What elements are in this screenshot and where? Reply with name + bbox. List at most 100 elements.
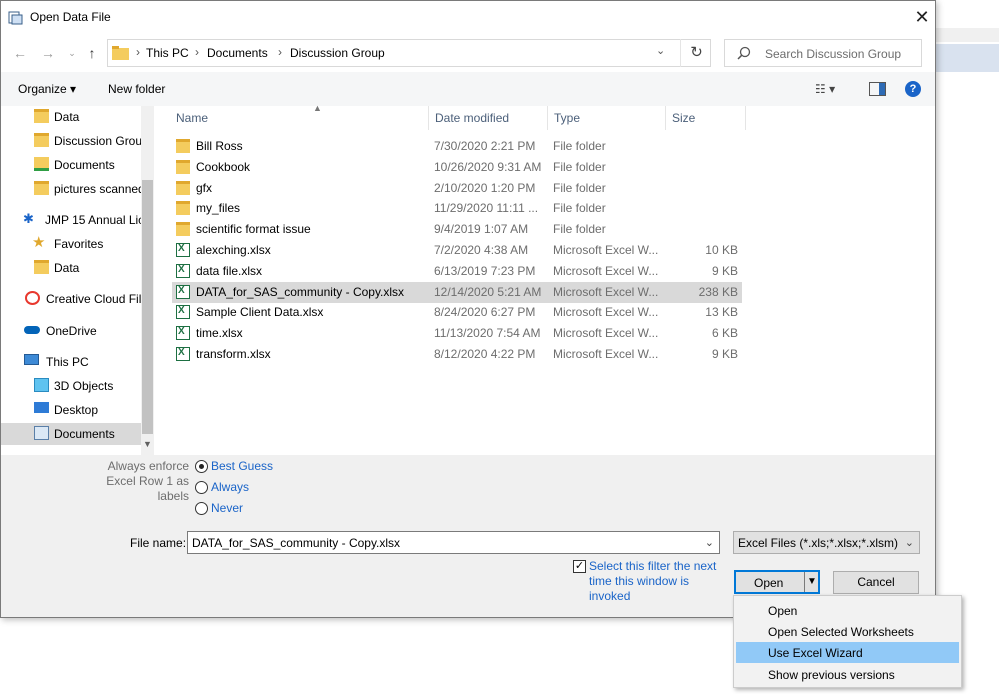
breadcrumb-this-pc[interactable]: This PC [146, 46, 189, 60]
remember-filter-label[interactable]: Select this filter the next time this wi… [589, 559, 729, 604]
file-size-cell: 238 KB [698, 284, 738, 299]
row-labels-option-label-2: Excel Row 1 as [106, 474, 189, 488]
scrollbar-thumb[interactable] [142, 180, 153, 434]
view-options-icon[interactable]: ☷ ▾ [815, 82, 835, 96]
folder-icon [176, 180, 190, 195]
nav-item-documents[interactable]: Documents [34, 154, 154, 176]
address-dropdown-icon[interactable]: ⌄ [656, 44, 665, 57]
nav-item-favorites[interactable]: ★ Favorites [32, 233, 154, 255]
file-type-select[interactable]: Excel Files (*.xls;*.xlsx;*.xlsm) ⌄ [733, 531, 920, 554]
chevron-down-icon[interactable]: ⌄ [705, 536, 714, 549]
split-divider [804, 572, 805, 592]
up-arrow-icon[interactable]: ↑ [83, 44, 101, 62]
file-name-cell: scientific format issue [196, 222, 311, 237]
table-row[interactable]: alexching.xlsx 7/2/2020 4:38 AM Microsoft … [172, 240, 742, 261]
breadcrumb-documents[interactable]: Documents [207, 46, 268, 60]
nav-item-jmp-15[interactable]: ✱ JMP 15 Annual Lic [23, 209, 154, 231]
recent-chevron-icon[interactable]: ⌄ [63, 44, 81, 62]
file-date-cell: 9/4/2019 1:07 AM [434, 222, 529, 237]
radio-label: Never [211, 501, 244, 515]
nav-item-this-pc[interactable]: This PC [24, 351, 154, 373]
column-header-date[interactable]: Date modified [429, 106, 548, 130]
nav-item-label: pictures scanned [54, 182, 145, 196]
nav-item-creative-cloud[interactable]: Creative Cloud Fil [25, 288, 154, 310]
menu-item-show-previous-versions[interactable]: Show previous versions [736, 664, 959, 685]
nav-scrollbar[interactable]: ▼ [141, 106, 154, 455]
nav-item-data-2[interactable]: Data [34, 257, 154, 279]
command-bar: Organize ▾ New folder ☷ ▾ ? [1, 72, 935, 106]
table-row[interactable]: data file.xlsx 6/13/2019 7:23 PM Microsoft… [172, 261, 742, 282]
file-type-cell: Microsoft Excel W... [553, 326, 659, 341]
radio-circle-selected[interactable] [195, 460, 208, 473]
app-icon [8, 11, 23, 25]
documents-icon [34, 426, 49, 440]
menu-item-use-excel-wizard[interactable]: Use Excel Wizard [736, 642, 959, 663]
organize-button[interactable]: Organize ▾ [18, 82, 76, 96]
close-icon[interactable]: ✕ [909, 5, 935, 31]
folder-icon [34, 133, 49, 147]
table-row[interactable]: scientific format issue 9/4/2019 1:07 AM F… [172, 219, 742, 240]
file-name-cell: Sample Client Data.xlsx [196, 305, 324, 320]
jmp-icon: ✱ [23, 211, 34, 226]
file-type-cell: File folder [553, 139, 606, 153]
radio-circle[interactable] [195, 481, 208, 494]
column-header-size[interactable]: Size [666, 106, 746, 130]
nav-item-discussion-group[interactable]: Discussion Grou [34, 130, 154, 152]
nav-item-3d-objects[interactable]: 3D Objects [34, 375, 154, 397]
menu-item-open-selected-worksheets[interactable]: Open Selected Worksheets [736, 621, 959, 642]
nav-item-label: Data [54, 110, 80, 124]
remember-filter-checkbox[interactable]: ✓ [573, 560, 586, 573]
refresh-icon[interactable]: ↻ [680, 39, 712, 67]
window-title: Open Data File [30, 10, 111, 24]
back-arrow-icon[interactable]: ← [11, 44, 29, 62]
breadcrumb-discussion-group[interactable]: Discussion Group [290, 46, 385, 60]
file-name-cell: Cookbook [196, 159, 251, 174]
nav-item-pictures-scanned[interactable]: pictures scanned [34, 178, 154, 200]
file-type-cell: File folder [553, 159, 606, 174]
scroll-down-icon[interactable]: ▼ [143, 439, 152, 449]
open-button-label: Open [754, 576, 784, 590]
table-row[interactable]: my_files 11/29/2020 11:11 ... File folder [172, 198, 742, 219]
nav-item-documents-selected[interactable]: Documents [1, 423, 141, 445]
search-icon [737, 46, 751, 60]
file-name-cell: data file.xlsx [196, 263, 263, 278]
excel-file-icon [176, 347, 190, 361]
cancel-button[interactable]: Cancel [833, 571, 919, 594]
forward-arrow-icon[interactable]: → [39, 44, 57, 62]
nav-item-data[interactable]: Data [34, 106, 154, 128]
file-name-input[interactable]: DATA_for_SAS_community - Copy.xlsx ⌄ [187, 531, 720, 554]
file-size-cell: 9 KB [711, 347, 738, 361]
file-date-cell: 8/12/2020 4:22 PM [434, 347, 536, 361]
menu-item-open[interactable]: Open [736, 600, 959, 621]
help-icon[interactable]: ? [905, 81, 921, 97]
table-row[interactable]: Sample Client Data.xlsx 8/24/2020 6:27 PM… [172, 302, 742, 323]
column-header-type[interactable]: Type [548, 106, 666, 130]
folder-icon [176, 139, 190, 153]
open-data-file-dialog: Open Data File ✕ ← → ⌄ ↑ › This PC › Doc… [0, 0, 936, 618]
file-type-cell: File folder [553, 180, 606, 195]
chevron-down-icon[interactable]: ⌄ [905, 536, 914, 549]
table-row[interactable]: time.xlsx 11/13/2020 7:54 AM Microsoft Exc… [172, 323, 742, 344]
open-split-button[interactable]: Open ▼ [734, 570, 820, 594]
table-row[interactable]: Bill Ross 7/30/2020 2:21 PM File folder [172, 136, 742, 157]
nav-item-label: Documents [54, 427, 115, 441]
dropdown-arrow-icon[interactable]: ▼ [807, 576, 817, 587]
table-row[interactable]: transform.xlsx 8/12/2020 4:22 PM Microsoft… [172, 344, 742, 365]
folder-icon [112, 46, 129, 60]
nav-item-onedrive[interactable]: OneDrive [24, 320, 154, 342]
column-header-name[interactable]: ▲ Name [172, 103, 429, 130]
nav-item-desktop[interactable]: Desktop [34, 399, 154, 421]
address-bar[interactable]: › This PC › Documents › Discussion Group… [107, 39, 711, 67]
radio-circle[interactable] [195, 502, 208, 515]
file-name-cell: Bill Ross [196, 139, 243, 153]
table-row[interactable]: gfx 2/10/2020 1:20 PM File folder [172, 178, 742, 199]
file-name-cell: DATA_for_SAS_community - Copy.xlsx [196, 284, 405, 299]
preview-pane-icon[interactable] [869, 82, 886, 96]
file-name-cell: time.xlsx [196, 326, 243, 341]
table-row[interactable]: Cookbook 10/26/2020 9:31 AM File folder [172, 157, 742, 178]
star-icon: ★ [32, 234, 46, 251]
table-row[interactable]: DATA_for_SAS_community - Copy.xlsx 12/14/… [172, 281, 742, 303]
new-folder-button[interactable]: New folder [108, 82, 165, 96]
search-box[interactable]: Search Discussion Group [724, 39, 922, 67]
file-size-cell: 9 KB [711, 263, 738, 278]
